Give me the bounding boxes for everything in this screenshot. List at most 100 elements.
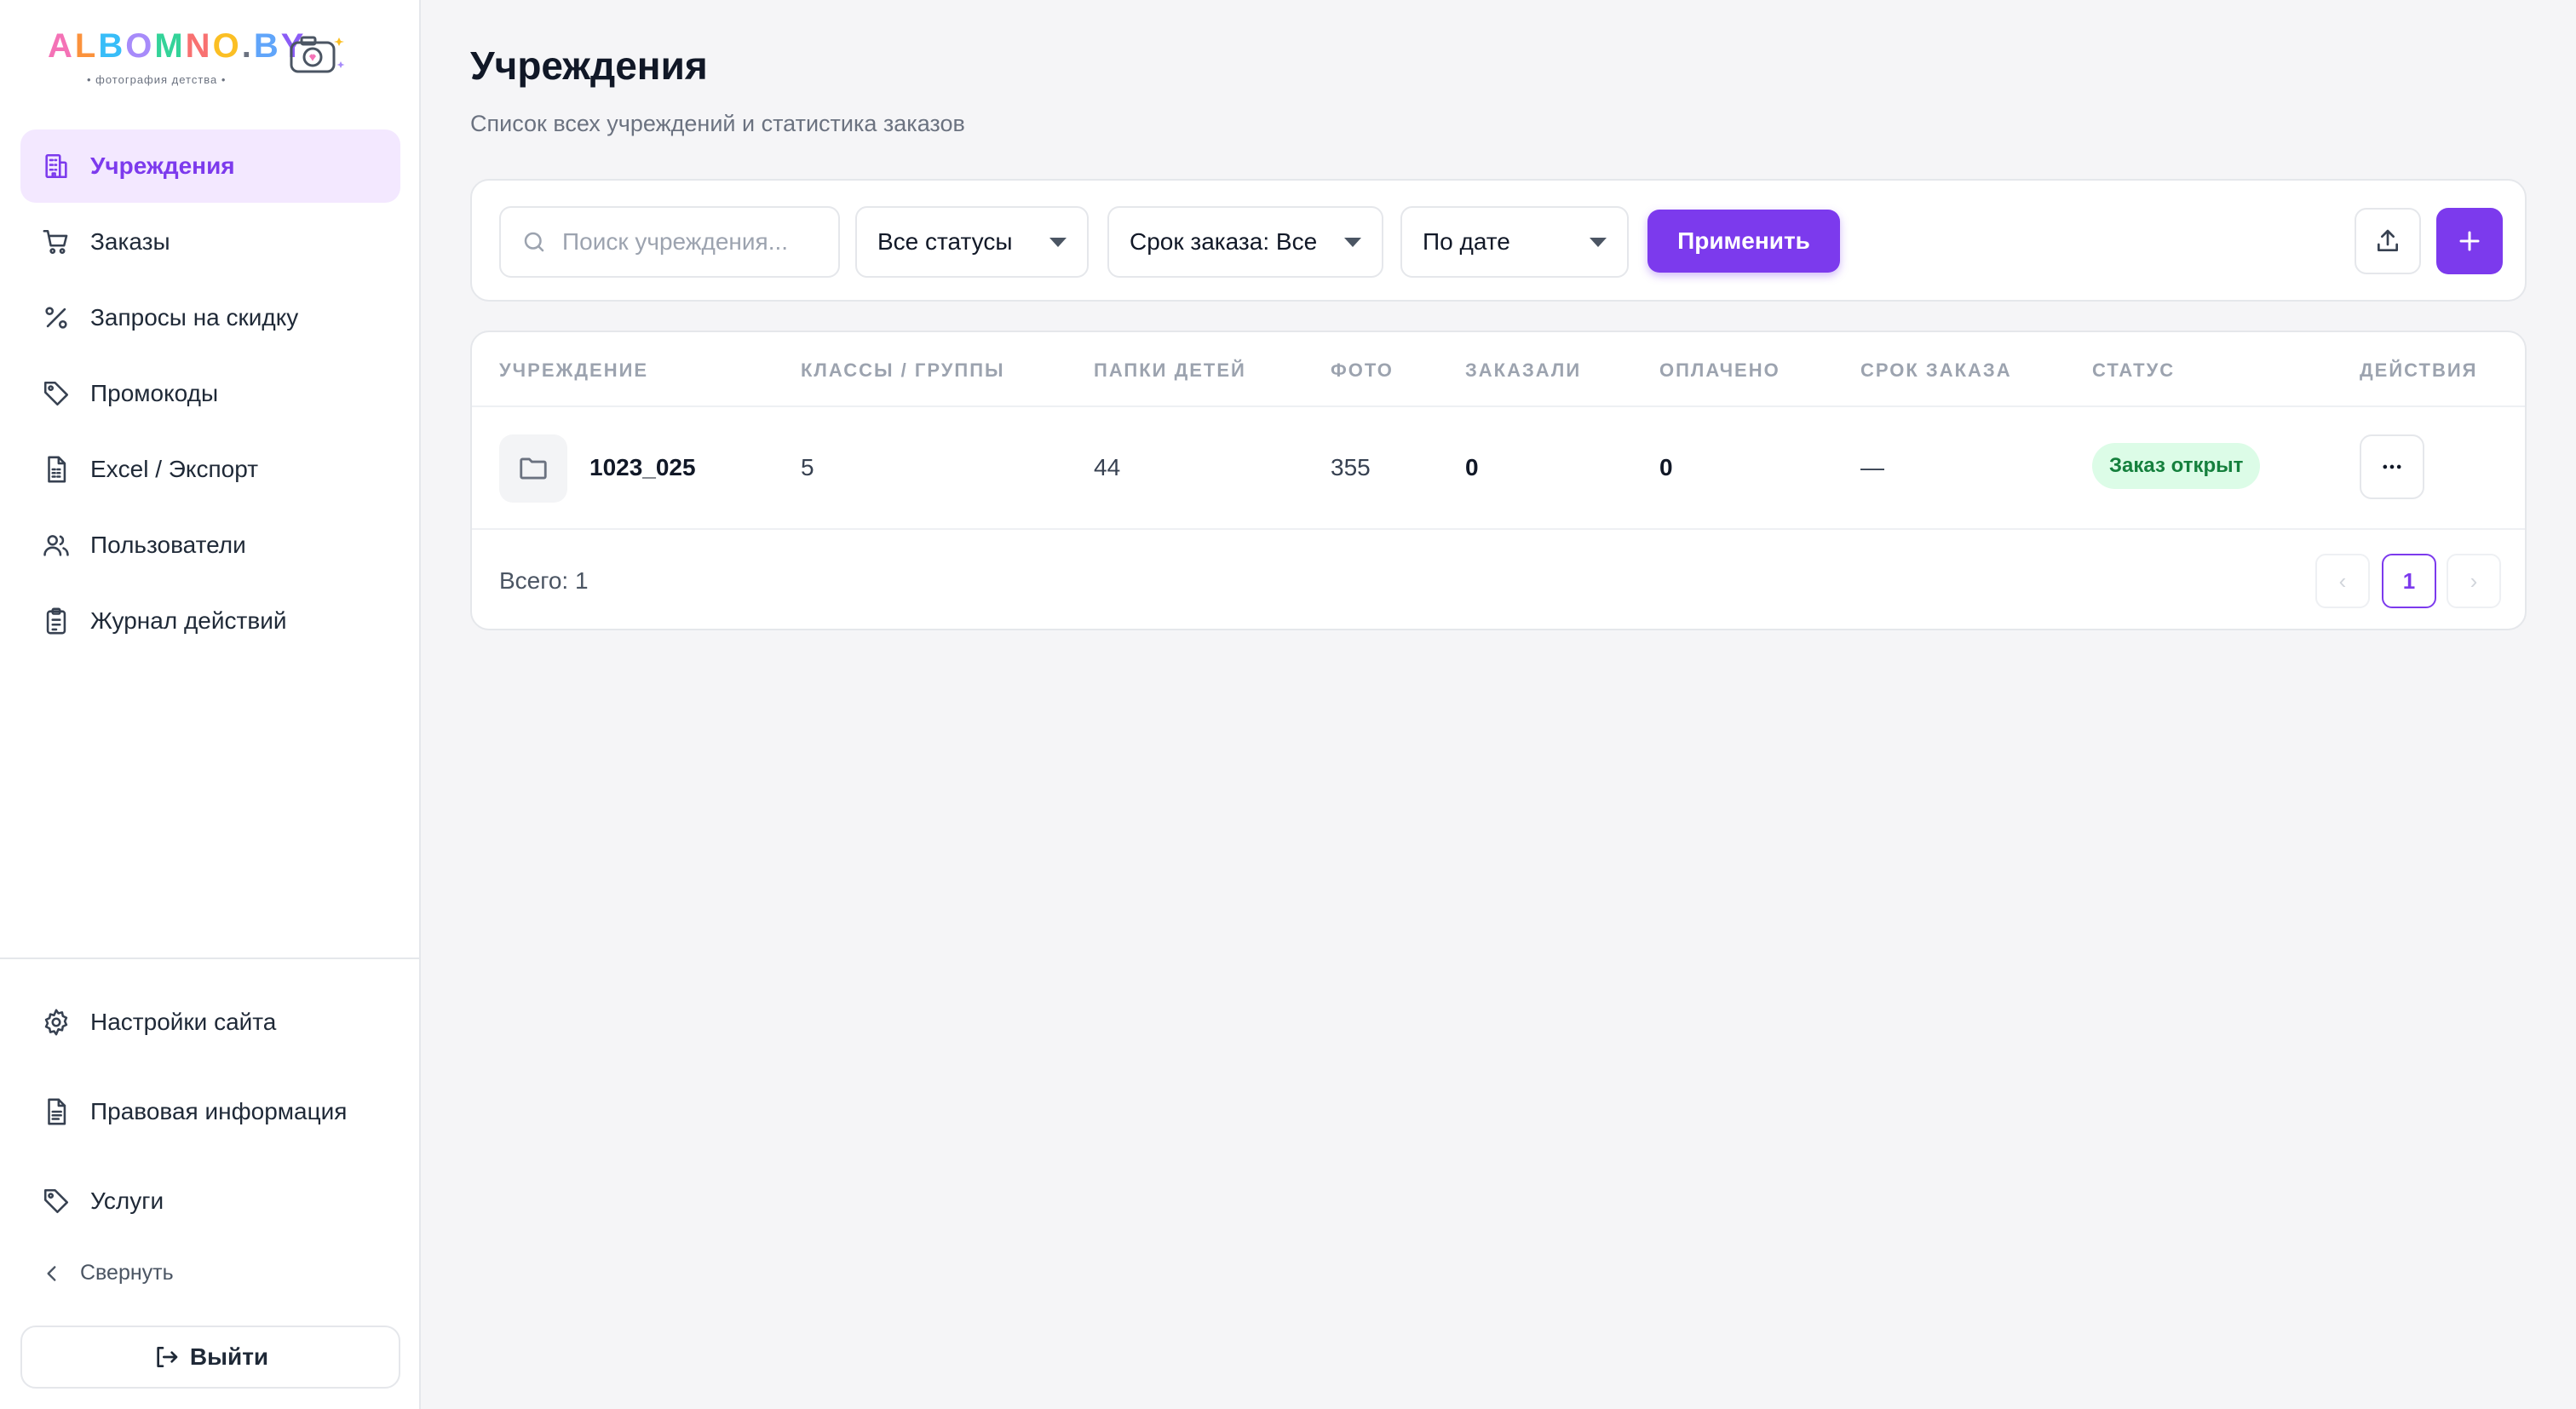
export-button[interactable]: [2355, 208, 2421, 274]
spreadsheet-icon: [41, 454, 72, 485]
apply-filters-button[interactable]: Применить: [1647, 210, 1840, 273]
sidebar-item-label: Excel / Экспорт: [90, 456, 259, 482]
deadline-filter-select[interactable]: Срок заказа: Все: [1107, 206, 1383, 278]
plus-icon: [2459, 231, 2480, 251]
photos-count: 355: [1331, 454, 1371, 480]
table-header: УЧРЕЖДЕНИЕ КЛАССЫ / ГРУППЫ ПАПКИ ДЕТЕЙ Ф…: [472, 332, 2525, 407]
percent-icon: [41, 302, 72, 333]
sort-select[interactable]: По дате: [1400, 206, 1629, 278]
row-actions-button[interactable]: [2360, 434, 2424, 499]
tag-icon: [41, 1186, 72, 1216]
column-header[interactable]: СРОК ЗАКАЗА: [1860, 359, 2012, 382]
page-subtitle: Список всех учреждений и статистика зака…: [470, 111, 965, 136]
sidebar-item-label: Настройки сайта: [90, 1009, 277, 1035]
logo-letter: O: [212, 27, 242, 65]
sidebar-item-label: Услуги: [90, 1188, 164, 1214]
sidebar-item-label: Пользователи: [90, 532, 246, 558]
tag-icon: [41, 378, 72, 409]
logout-button[interactable]: Выйти: [20, 1326, 400, 1389]
logout-label: Выйти: [189, 1343, 269, 1370]
sidebar-item-label: Запросы на скидку: [90, 304, 299, 331]
page-title: Учреждения: [470, 43, 708, 88]
deadline-filter-value: Срок заказа: Все: [1130, 228, 1318, 255]
deadline-value: —: [1860, 454, 1884, 480]
chevron-left-icon: [47, 1265, 56, 1281]
sidebar-nav: Учреждения Заказы Запросы на скидку Пром…: [20, 129, 400, 660]
upload-icon: [2378, 229, 2398, 251]
sidebar-item-orders[interactable]: Заказы: [20, 205, 400, 279]
sidebar: ALBOMNO.BY • фотография детства • Учрежд…: [0, 0, 421, 1409]
sidebar-item-legal-info[interactable]: Правовая информация: [20, 1069, 400, 1154]
chevron-down-icon: [1590, 238, 1607, 247]
more-horizontal-icon: [2383, 464, 2401, 469]
prev-page-button[interactable]: ‹: [2315, 554, 2370, 608]
camera-icon: [290, 36, 345, 73]
sort-value: По дате: [1423, 228, 1510, 255]
status-filter-value: Все статусы: [877, 228, 1013, 255]
column-header[interactable]: ПАПКИ ДЕТЕЙ: [1094, 359, 1246, 382]
column-header[interactable]: ЗАКАЗАЛИ: [1465, 359, 1581, 382]
logo-letter: .: [241, 27, 254, 65]
status-badge: Заказ открыт: [2092, 443, 2261, 489]
column-header[interactable]: ФОТО: [1331, 359, 1394, 382]
sidebar-item-excel-export[interactable]: Excel / Экспорт: [20, 433, 400, 506]
column-header[interactable]: УЧРЕЖДЕНИЕ: [499, 359, 648, 382]
table-row[interactable]: 1023_025 5 44 355 0 0 — Заказ открыт: [472, 407, 2525, 530]
search-input[interactable]: [562, 228, 818, 256]
column-header[interactable]: КЛАССЫ / ГРУППЫ: [801, 359, 1005, 382]
paid-count: 0: [1659, 454, 1673, 480]
filters-bar: Все статусы Срок заказа: Все По дате При…: [470, 179, 2527, 302]
logo-letter: L: [74, 27, 99, 65]
sidebar-item-institutions[interactable]: Учреждения: [20, 129, 400, 203]
sidebar-item-discount-requests[interactable]: Запросы на скидку: [20, 281, 400, 354]
groups-count: 5: [801, 454, 814, 480]
logo-letter: M: [154, 27, 186, 65]
cart-icon: [41, 227, 72, 257]
column-header[interactable]: СТАТУС: [2092, 359, 2175, 382]
sidebar-item-users[interactable]: Пользователи: [20, 509, 400, 582]
chevron-down-icon: [1049, 238, 1067, 247]
page-1-button[interactable]: 1: [2382, 554, 2436, 608]
users-icon: [41, 530, 72, 561]
sidebar-item-promocodes[interactable]: Промокоды: [20, 357, 400, 430]
logo-letter: B: [98, 27, 126, 65]
folders-count: 44: [1094, 454, 1121, 480]
institutions-table: УЧРЕЖДЕНИЕ КЛАССЫ / ГРУППЫ ПАПКИ ДЕТЕЙ Ф…: [470, 331, 2527, 630]
sidebar-item-site-settings[interactable]: Настройки сайта: [20, 980, 400, 1065]
sidebar-divider: [0, 958, 421, 959]
add-institution-button[interactable]: [2436, 208, 2503, 274]
sidebar-item-activity-log[interactable]: Журнал действий: [20, 584, 400, 658]
clipboard-icon: [41, 606, 72, 636]
logo-letter: N: [185, 27, 213, 65]
sidebar-item-label: Заказы: [90, 228, 170, 255]
search-icon: [524, 232, 544, 252]
column-header: ДЕЙСТВИЯ: [2360, 359, 2478, 381]
brand-logo[interactable]: ALBOMNO.BY • фотография детства •: [48, 29, 354, 89]
ordered-count: 0: [1465, 454, 1479, 480]
logo-letter: A: [48, 27, 75, 65]
gear-icon: [41, 1007, 72, 1038]
column-header[interactable]: ОПЛАЧЕНО: [1659, 359, 1780, 382]
collapse-label: Свернуть: [80, 1261, 174, 1285]
logo-letter: O: [125, 27, 155, 65]
table-footer: Всего: 1 ‹ 1 ›: [472, 530, 2525, 629]
institution-name[interactable]: 1023_025: [589, 454, 696, 481]
logo-letter: B: [253, 27, 281, 65]
sidebar-item-services[interactable]: Услуги: [20, 1159, 400, 1244]
building-icon: [41, 151, 72, 181]
logo-tagline: • фотография детства •: [87, 73, 227, 86]
logout-icon: [157, 1347, 178, 1367]
next-page-button[interactable]: ›: [2447, 554, 2501, 608]
collapse-sidebar-button[interactable]: Свернуть: [41, 1261, 174, 1285]
document-icon: [41, 1096, 72, 1127]
sidebar-item-label: Журнал действий: [90, 607, 287, 634]
search-field[interactable]: [499, 206, 840, 278]
sidebar-item-label: Учреждения: [90, 152, 235, 179]
sidebar-item-label: Правовая информация: [90, 1098, 348, 1124]
sidebar-item-label: Промокоды: [90, 380, 219, 406]
chevron-down-icon: [1344, 238, 1361, 247]
sidebar-bottom-nav: Настройки сайта Правовая информация Услу…: [20, 980, 400, 1248]
status-filter-select[interactable]: Все статусы: [855, 206, 1089, 278]
total-count: Всего: 1: [499, 567, 589, 594]
folder-icon: [499, 434, 567, 503]
